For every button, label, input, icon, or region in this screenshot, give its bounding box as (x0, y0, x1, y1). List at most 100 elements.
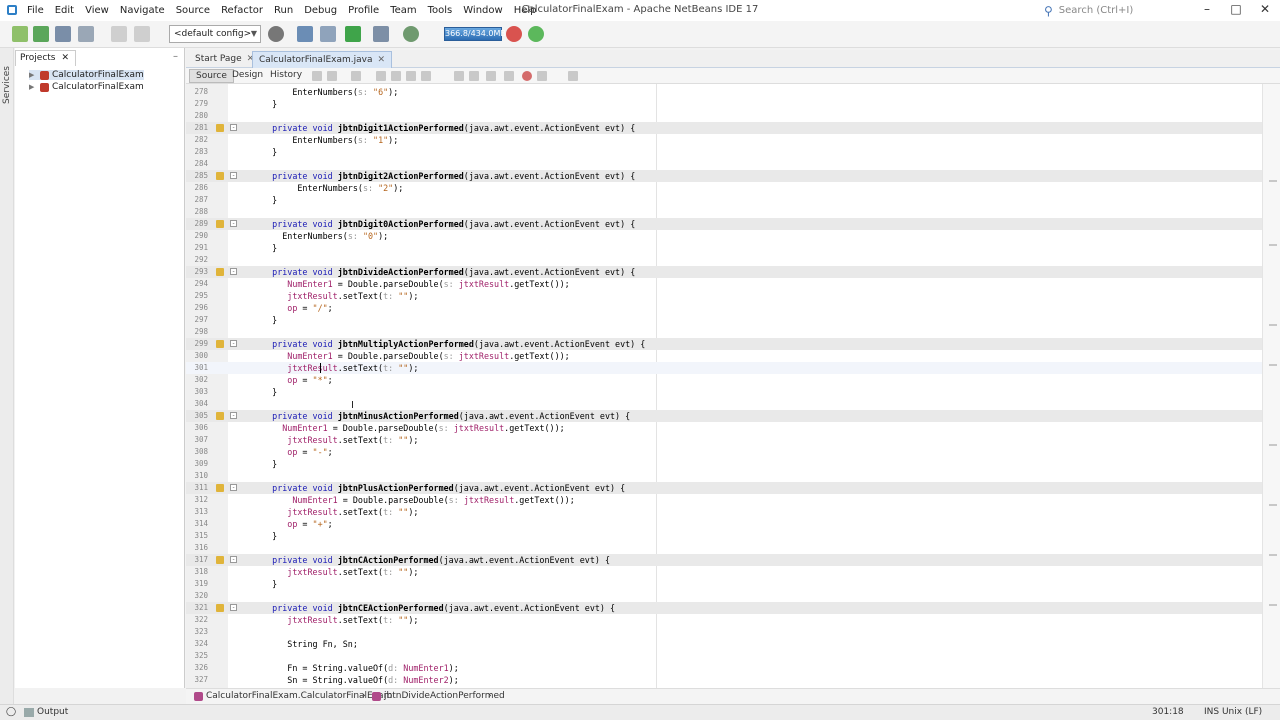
tab-calculator-java[interactable]: CalculatorFinalExam.java ✕ (252, 51, 393, 68)
code-line[interactable]: 302 op = "*"; (186, 374, 1262, 386)
menu-edit[interactable]: Edit (52, 5, 82, 16)
menu-file[interactable]: File (24, 5, 52, 16)
code-line[interactable]: 325 (186, 650, 1262, 662)
back-icon[interactable] (327, 71, 337, 81)
tab-history[interactable]: History (264, 69, 308, 83)
stripe-mark[interactable] (1269, 180, 1277, 182)
diff-icon[interactable] (568, 71, 578, 81)
build-icon[interactable] (297, 26, 313, 42)
projects-tab[interactable]: Projects ✕ (15, 50, 77, 66)
code-line[interactable]: 293 - private void jbtnDivideActionPerfor… (186, 266, 1262, 278)
run-icon[interactable] (345, 26, 361, 42)
code-line[interactable]: 288 (186, 206, 1262, 218)
find-icon[interactable] (376, 71, 386, 81)
code-line[interactable]: 318 jtxtResult.setText(t: ""); (186, 566, 1262, 578)
output-tab[interactable]: Output (37, 705, 68, 720)
fold-toggle-icon[interactable]: - (230, 340, 237, 347)
find-next-icon[interactable] (406, 71, 416, 81)
browser-icon[interactable] (268, 26, 284, 42)
maximize-icon[interactable]: □ (1226, 2, 1246, 16)
stripe-mark[interactable] (1269, 504, 1277, 506)
minimize-panel-icon[interactable]: – (173, 51, 178, 62)
code-line[interactable]: 283 } (186, 146, 1262, 158)
code-line[interactable]: 294 NumEnter1 = Double.parseDouble(s: jt… (186, 278, 1262, 290)
new-project-icon[interactable] (33, 26, 49, 42)
menu-source[interactable]: Source (173, 5, 218, 16)
stop-macro-icon[interactable] (537, 71, 547, 81)
minimize-icon[interactable]: – (1197, 2, 1217, 16)
notifications-icon[interactable]: ◯ (6, 705, 16, 720)
code-line[interactable]: 321 - private void jbtnCEActionPerformed(… (186, 602, 1262, 614)
code-line[interactable]: 314 op = "+"; (186, 518, 1262, 530)
menu-window[interactable]: Window (460, 5, 510, 16)
services-tab[interactable]: Services (2, 66, 12, 104)
code-line[interactable]: 310 (186, 470, 1262, 482)
code-line[interactable]: 279 } (186, 98, 1262, 110)
code-line[interactable]: 306 NumEnter1 = Double.parseDouble(s: jt… (186, 422, 1262, 434)
fold-toggle-icon[interactable]: - (230, 412, 237, 419)
code-line[interactable]: 320 (186, 590, 1262, 602)
code-line[interactable]: 327 Sn = String.valueOf(d: NumEnter2); (186, 674, 1262, 686)
code-line[interactable]: 305 - private void jbtnMinusActionPerform… (186, 410, 1262, 422)
code-line[interactable]: 299 - private void jbtnMultiplyActionPerf… (186, 338, 1262, 350)
code-line[interactable]: 295 jtxtResult.setText(t: ""); (186, 290, 1262, 302)
code-line[interactable]: 284 (186, 158, 1262, 170)
code-line[interactable]: 282 EnterNumbers(s: "1"); (186, 134, 1262, 146)
code-line[interactable]: 308 op = "-"; (186, 446, 1262, 458)
code-line[interactable]: 317 - private void jbtnCActionPerformed(j… (186, 554, 1262, 566)
code-line[interactable]: 297 } (186, 314, 1262, 326)
project-tree-item[interactable]: ▶ CalculatorFinalExam (29, 70, 144, 80)
menu-run[interactable]: Run (271, 5, 301, 16)
debug-icon[interactable] (373, 26, 389, 42)
redo-icon[interactable] (134, 26, 150, 42)
code-line[interactable]: 304 (186, 398, 1262, 410)
forward-icon[interactable] (351, 71, 361, 81)
profile-icon[interactable] (403, 26, 419, 42)
shift-right-icon[interactable] (469, 71, 479, 81)
stripe-mark[interactable] (1269, 324, 1277, 326)
undo-icon[interactable] (111, 26, 127, 42)
fold-toggle-icon[interactable]: - (230, 484, 237, 491)
comment-icon[interactable] (486, 71, 496, 81)
close-window-icon[interactable]: ✕ (1255, 2, 1275, 16)
code-line[interactable]: 313 jtxtResult.setText(t: ""); (186, 506, 1262, 518)
code-line[interactable]: 319 } (186, 578, 1262, 590)
code-line[interactable]: 323 (186, 626, 1262, 638)
fold-toggle-icon[interactable]: - (230, 172, 237, 179)
menu-debug[interactable]: Debug (301, 5, 345, 16)
code-line[interactable]: 291 } (186, 242, 1262, 254)
code-line[interactable]: 286 EnterNumbers(s: "2"); (186, 182, 1262, 194)
error-stripe[interactable] (1262, 84, 1280, 688)
tab-design[interactable]: Design (226, 69, 269, 83)
menu-refactor[interactable]: Refactor (218, 5, 271, 16)
code-line[interactable]: 326 Fn = String.valueOf(d: NumEnter1); (186, 662, 1262, 674)
code-line[interactable]: 290 EnterNumbers(s: "0"); (186, 230, 1262, 242)
new-file-icon[interactable] (12, 26, 28, 42)
code-line[interactable]: 311 - private void jbtnPlusActionPerforme… (186, 482, 1262, 494)
gc-icon[interactable] (506, 26, 522, 42)
stripe-mark[interactable] (1269, 604, 1277, 606)
stripe-mark[interactable] (1269, 364, 1277, 366)
code-line[interactable]: 287 } (186, 194, 1262, 206)
code-line[interactable]: 289 - private void jbtnDigit0ActionPerfor… (186, 218, 1262, 230)
menu-view[interactable]: View (82, 5, 117, 16)
code-line[interactable]: 296 op = "/"; (186, 302, 1262, 314)
code-line[interactable]: 285 - private void jbtnDigit2ActionPerfor… (186, 170, 1262, 182)
code-line[interactable]: 292 (186, 254, 1262, 266)
last-edit-icon[interactable] (312, 71, 322, 81)
save-all-icon[interactable] (78, 26, 94, 42)
close-icon[interactable]: ✕ (61, 51, 69, 66)
code-line[interactable]: 300 NumEnter1 = Double.parseDouble(s: jt… (186, 350, 1262, 362)
snapshot-icon[interactable] (528, 26, 544, 42)
tab-start-page[interactable]: Start Page ✕ (189, 51, 260, 68)
menu-tools[interactable]: Tools (425, 5, 461, 16)
code-line[interactable]: 303 } (186, 386, 1262, 398)
code-line[interactable]: 298 (186, 326, 1262, 338)
close-icon[interactable]: ✕ (377, 55, 385, 65)
code-line[interactable]: 307 jtxtResult.setText(t: ""); (186, 434, 1262, 446)
open-project-icon[interactable] (55, 26, 71, 42)
code-line[interactable]: 281 - private void jbtnDigit1ActionPerfor… (186, 122, 1262, 134)
code-line[interactable]: 301 jtxtResult.setText(t: ""); (186, 362, 1262, 374)
memory-indicator[interactable]: 366.8/434.0MB (444, 27, 506, 41)
fold-toggle-icon[interactable]: - (230, 556, 237, 563)
